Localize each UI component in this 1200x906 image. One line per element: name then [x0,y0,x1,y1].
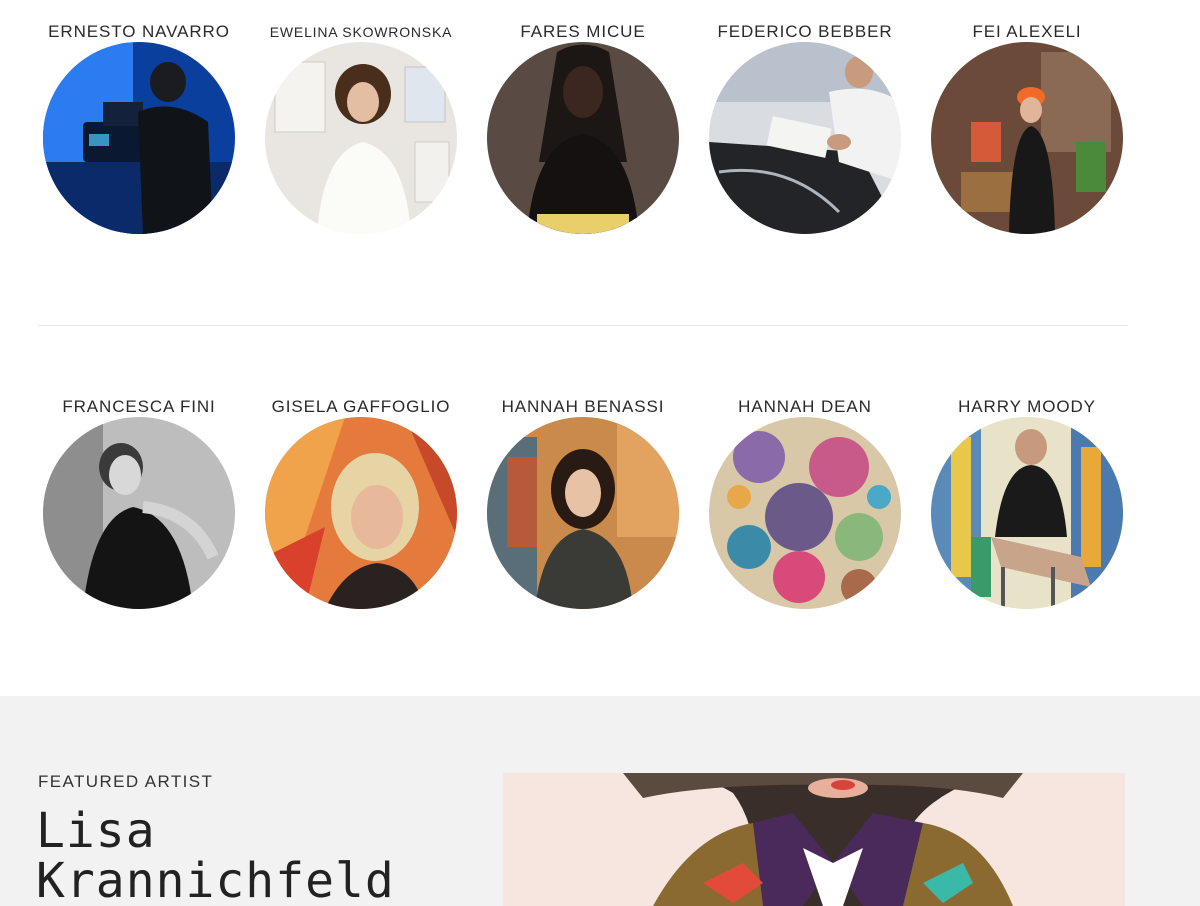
artist-photo[interactable] [709,42,901,234]
artist-photo-image [931,42,1123,234]
featured-artist-label: FEATURED ARTIST [38,772,214,791]
artist-photo-image [43,417,235,609]
artist-card-ernesto-navarro[interactable]: ERNESTO NAVARRO [28,0,250,234]
artist-photo-image [265,42,457,234]
artist-photo-image [931,417,1123,609]
featured-artwork [503,773,1125,906]
artist-card-fares-micue[interactable]: FARES MICUE [472,0,694,234]
artist-photo-image [43,42,235,234]
artist-photo-image [487,417,679,609]
artist-card-harry-moody[interactable]: HARRY MOODY [916,375,1138,609]
artist-card-ewelina-skowronska[interactable]: EWELINA SKOWRONSKA [250,0,472,234]
artist-card-francesca-fini[interactable]: FRANCESCA FINI [28,375,250,609]
artist-photo-image [709,417,901,609]
artist-card-hannah-benassi[interactable]: HANNAH BENASSI [472,375,694,609]
artist-photo[interactable] [709,417,901,609]
artist-photo-image [487,42,679,234]
artist-card-federico-bebber[interactable]: FEDERICO BEBBER [694,0,916,234]
featured-artist-section: FEATURED ARTIST Lisa Krannichfeld [0,696,1200,906]
section-divider [38,325,1128,326]
featured-artist-name[interactable]: Lisa Krannichfeld [36,806,456,906]
artist-photo[interactable] [487,417,679,609]
artist-photo[interactable] [265,417,457,609]
artist-card-gisela-gaffoglio[interactable]: GISELA GAFFOGLIO [250,375,472,609]
artist-photo-image [265,417,457,609]
artist-card-hannah-dean[interactable]: HANNAH DEAN [694,375,916,609]
artist-photo-image [709,42,901,234]
artist-photo[interactable] [487,42,679,234]
artist-card-fei-alexeli[interactable]: FEI ALEXELI [916,0,1138,234]
artist-photo[interactable] [931,42,1123,234]
artist-photo[interactable] [265,42,457,234]
featured-artist-image[interactable] [503,773,1125,906]
artist-photo[interactable] [931,417,1123,609]
artist-photo[interactable] [43,417,235,609]
artist-photo[interactable] [43,42,235,234]
